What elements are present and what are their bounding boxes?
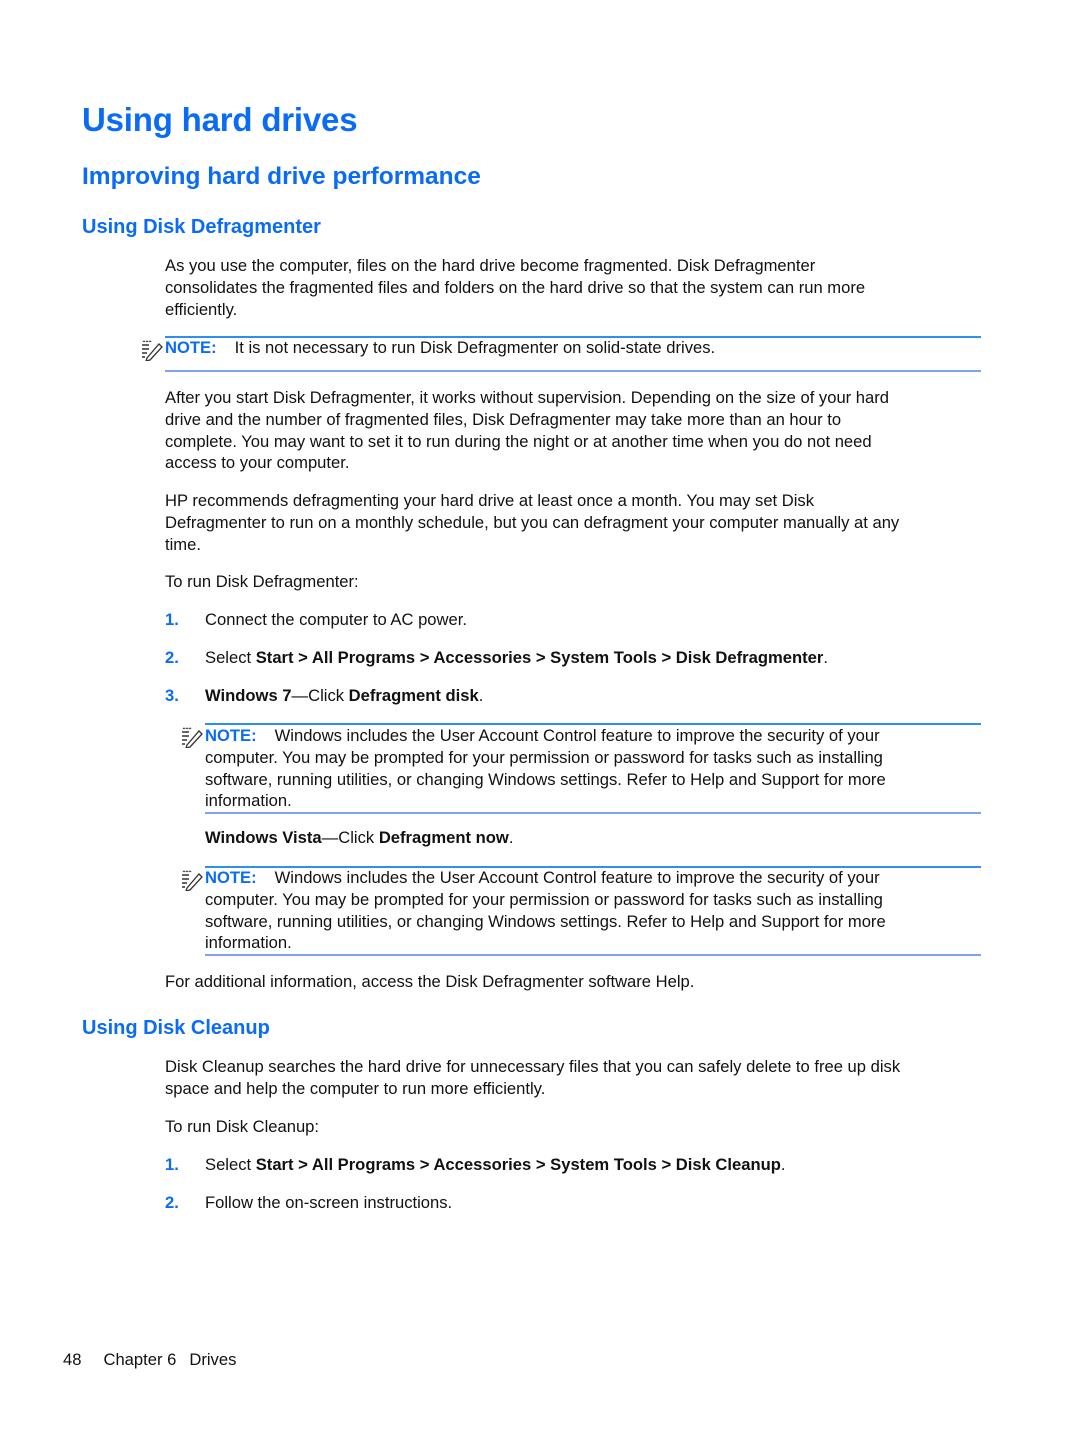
- note-text: computer. You may be prompted for your p…: [205, 747, 883, 767]
- path-separator: >: [293, 1155, 312, 1174]
- page-footer: 48 Chapter 6 Drives: [63, 1350, 236, 1370]
- text-line: Disk Cleanup searches the hard drive for…: [165, 1057, 901, 1076]
- defrag-run-intro: To run Disk Defragmenter:: [165, 571, 980, 593]
- note-text: software, running utilities, or changing…: [205, 769, 886, 789]
- note-text: information.: [205, 791, 292, 811]
- menu-path-accessories: Accessories: [433, 648, 532, 667]
- page-title: Using hard drives: [82, 101, 358, 138]
- note-text: Windows includes the User Account Contro…: [274, 868, 880, 887]
- step-text: Select Start > All Programs > Accessorie…: [205, 648, 828, 668]
- step-suffix: .: [823, 648, 828, 667]
- text-line: drive and the number of fragmented files…: [165, 409, 842, 429]
- text-line: complete. You may want to set it to run …: [165, 431, 872, 451]
- note-bottom-rule: [205, 954, 981, 956]
- step-prefix: Select: [205, 648, 256, 667]
- step-text: Follow the on-screen instructions.: [205, 1193, 453, 1212]
- action-name: Defragment disk: [348, 686, 479, 705]
- step-number: 3.: [165, 686, 179, 705]
- step-number: 2.: [165, 1193, 179, 1212]
- text-line: space and help the computer to run more …: [165, 1078, 546, 1098]
- path-separator: >: [656, 1155, 676, 1174]
- chapter-label: Chapter 6: [103, 1350, 177, 1369]
- note-text: software, running utilities, or changing…: [205, 911, 886, 931]
- note-text: Windows includes the User Account Contro…: [274, 726, 880, 745]
- menu-path-start: Start: [255, 648, 294, 667]
- path-separator: >: [415, 1155, 434, 1174]
- note-content: NOTE: It is not necessary to run Disk Def…: [165, 337, 715, 359]
- note-text: computer. You may be prompted for your p…: [205, 889, 883, 909]
- step-connector: —Click: [321, 828, 379, 847]
- step-prefix: Select: [205, 1155, 256, 1174]
- defrag-heading: Using Disk Defragmenter: [82, 216, 321, 238]
- step-text: Connect the computer to AC power.: [205, 610, 467, 629]
- menu-path-system-tools: System Tools: [550, 1155, 657, 1174]
- path-separator: >: [531, 648, 551, 667]
- step-text: Windows 7—Click Defragment disk.: [205, 686, 483, 706]
- defrag-additional-info: For additional information, access the D…: [165, 971, 980, 993]
- action-name: Defragment now: [378, 828, 509, 847]
- note-label: NOTE:: [165, 338, 217, 357]
- cleanup-run-intro: To run Disk Cleanup:: [165, 1116, 980, 1138]
- note-content: NOTE: Windows includes the User Account C…: [205, 725, 886, 812]
- defrag-intro-paragraph: As you use the computer, files on the ha…: [165, 255, 980, 320]
- text-line: HP recommends defragmenting your hard dr…: [165, 491, 815, 510]
- note-text: information.: [205, 933, 292, 953]
- section-heading: Improving hard drive performance: [82, 163, 481, 190]
- vista-instruction: Windows Vista—Click Defragment now.: [205, 828, 513, 848]
- defrag-duration-paragraph: After you start Disk Defragmenter, it wo…: [165, 387, 980, 474]
- note-pencil-icon: [182, 870, 203, 891]
- path-separator: >: [415, 648, 434, 667]
- os-name: Windows 7: [205, 686, 292, 705]
- path-separator: >: [293, 648, 312, 667]
- step-suffix: .: [508, 828, 514, 847]
- text-line: access to your computer.: [165, 453, 350, 473]
- step-number: 1.: [165, 610, 179, 629]
- note-pencil-icon: [182, 727, 203, 748]
- text-line: time.: [165, 534, 201, 554]
- cleanup-heading: Using Disk Cleanup: [82, 1017, 270, 1039]
- menu-path-system-tools: System Tools: [550, 648, 657, 667]
- note-text: It is not necessary to run Disk Defragme…: [234, 338, 716, 357]
- path-separator: >: [531, 1155, 551, 1174]
- menu-path-disk-defragmenter: Disk Defragmenter: [675, 648, 824, 667]
- path-separator: >: [656, 648, 676, 667]
- menu-path-start: Start: [255, 1155, 294, 1174]
- defrag-schedule-paragraph: HP recommends defragmenting your hard dr…: [165, 490, 980, 555]
- text-line: consolidates the fragmented files and fo…: [165, 277, 866, 297]
- text-line: As you use the computer, files on the ha…: [165, 256, 816, 275]
- os-name: Windows Vista: [205, 828, 322, 847]
- menu-path-disk-cleanup: Disk Cleanup: [675, 1155, 781, 1174]
- cleanup-intro-paragraph: Disk Cleanup searches the hard drive for…: [165, 1056, 980, 1100]
- menu-path-all-programs: All Programs: [311, 648, 416, 667]
- step-suffix: .: [780, 1155, 786, 1174]
- step-connector: —Click: [291, 686, 349, 705]
- page-number: 48: [63, 1350, 82, 1369]
- step-number: 1.: [165, 1155, 179, 1174]
- text-line: To run Disk Cleanup:: [165, 1117, 320, 1136]
- note-content: NOTE: Windows includes the User Account C…: [205, 867, 886, 954]
- step-number: 2.: [165, 648, 179, 667]
- note-bottom-rule: [205, 812, 981, 814]
- menu-path-accessories: Accessories: [433, 1155, 532, 1174]
- note-label: NOTE:: [205, 726, 257, 745]
- text-line: Defragmenter to run on a monthly schedul…: [165, 512, 900, 532]
- note-pencil-icon: [142, 340, 163, 361]
- text-line: After you start Disk Defragmenter, it wo…: [165, 388, 890, 407]
- note-bottom-rule: [165, 370, 981, 372]
- text-line: efficiently.: [165, 299, 238, 319]
- text-line: For additional information, access the D…: [165, 972, 695, 991]
- text-line: To run Disk Defragmenter:: [165, 572, 359, 591]
- note-label: NOTE:: [205, 868, 257, 887]
- menu-path-all-programs: All Programs: [311, 1155, 416, 1174]
- chapter-title: Drives: [189, 1350, 237, 1369]
- step-suffix: .: [478, 686, 484, 705]
- step-text: Select Start > All Programs > Accessorie…: [205, 1155, 786, 1175]
